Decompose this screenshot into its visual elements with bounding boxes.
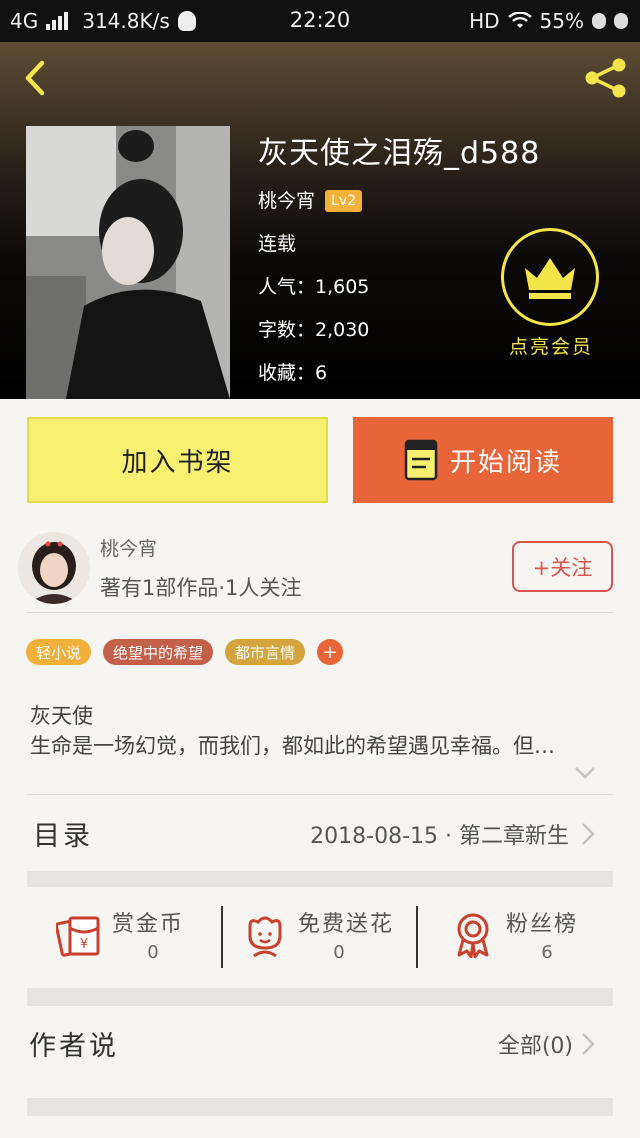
crown-icon — [525, 258, 575, 299]
author-says-all: 全部(0) — [497, 1034, 573, 1059]
section-separator — [27, 871, 613, 887]
book-word-count: 字数：2,030 — [258, 319, 370, 341]
book-popularity: 人气：1,605 — [258, 276, 370, 298]
fan-ranking-value: 6 — [541, 942, 553, 963]
send-flower[interactable]: 免费送花 0 — [242, 900, 407, 972]
latest-chapter: 2018-08-15 · 第二章新生 — [310, 824, 569, 849]
hd-indicator: HD — [469, 9, 500, 33]
divider — [27, 794, 613, 795]
vip-badge — [501, 228, 599, 326]
vip-label: 点亮会员 — [508, 336, 593, 358]
catalog-row[interactable]: 目录 2018-08-15 · 第二章新生 — [27, 796, 613, 870]
divider — [27, 612, 613, 613]
status-bar: 4G 314.8K/s 22:20 HD 55% — [0, 0, 640, 42]
tag-list: 轻小说 绝望中的希望 都市言情 + — [26, 639, 344, 665]
send-flower-label: 免费送花 — [298, 912, 395, 937]
chevron-right-icon — [582, 1033, 595, 1055]
author-name[interactable]: 桃今宵 — [100, 534, 157, 561]
avatar-image — [18, 532, 90, 604]
back-icon[interactable] — [20, 60, 50, 96]
book-cover — [26, 126, 230, 399]
cover-image — [26, 126, 230, 399]
author-row: 桃今宵 Lv2 — [258, 190, 540, 212]
author-says-row[interactable]: 作者说 全部(0) — [27, 1006, 613, 1080]
author-stats: 著有1部作品·1人关注 — [100, 576, 302, 600]
follow-button[interactable]: +关注 — [512, 541, 613, 592]
start-reading-label: 开始阅读 — [449, 447, 562, 478]
medal-icon — [457, 913, 489, 958]
reward-coins-value: 0 — [147, 942, 159, 963]
author-says-label: 作者说 — [29, 1031, 119, 1062]
wifi-icon — [507, 12, 532, 28]
flower-icon — [248, 916, 282, 958]
tag-hope-in-despair[interactable]: 绝望中的希望 — [103, 639, 214, 665]
reward-coins[interactable]: ¥ 赏金币 0 — [56, 900, 206, 972]
book-title: 灰天使之泪殇_d588 — [258, 136, 541, 171]
add-tag-button[interactable]: + — [317, 639, 344, 665]
tag-light-novel[interactable]: 轻小说 — [26, 639, 92, 665]
fan-ranking[interactable]: 粉丝榜 6 — [450, 900, 600, 972]
tag-urban-romance[interactable]: 都市言情 — [225, 639, 306, 665]
catalog-label: 目录 — [33, 821, 93, 852]
chevron-right-icon — [582, 823, 595, 845]
battery-level: 55% — [539, 9, 584, 33]
synopsis-title: 灰天使 — [30, 704, 93, 728]
chevron-down-icon[interactable] — [574, 766, 596, 780]
author-avatar[interactable] — [18, 532, 90, 604]
fan-ranking-label: 粉丝榜 — [506, 912, 579, 937]
bunny-icon — [614, 13, 628, 29]
stat-separator — [416, 906, 418, 968]
book-info: 灰天使之泪殇_d588 桃今宵 Lv2 连载 人气：1,605 字数：2,030… — [258, 136, 540, 384]
level-badge: Lv2 — [325, 190, 363, 212]
section-separator — [27, 1098, 613, 1116]
share-icon[interactable] — [582, 56, 630, 100]
section-separator — [27, 988, 613, 1006]
red-envelope-icon: ¥ — [56, 916, 100, 957]
book-status: 连载 — [258, 233, 297, 255]
vip-button[interactable]: 点亮会员 — [501, 228, 601, 358]
send-flower-value: 0 — [333, 942, 345, 963]
book-header: 灰天使之泪殇_d588 桃今宵 Lv2 连载 人气：1,605 字数：2,030… — [0, 42, 640, 399]
status-right: HD 55% — [469, 9, 628, 33]
book-icon — [404, 439, 438, 481]
add-to-shelf-button[interactable]: 加入书架 — [27, 417, 328, 503]
bunny-icon — [592, 13, 606, 29]
synopsis-body: 生命是一场幻觉，而我们，都如此的希望遇见幸福。但… — [30, 734, 555, 758]
reward-coins-label: 赏金币 — [112, 912, 185, 937]
start-reading-button[interactable]: 开始阅读 — [353, 417, 613, 503]
stat-separator — [221, 906, 223, 968]
book-favorites: 收藏：6 — [258, 362, 328, 384]
book-author[interactable]: 桃今宵 — [258, 190, 315, 212]
svg-text:¥: ¥ — [80, 937, 88, 952]
